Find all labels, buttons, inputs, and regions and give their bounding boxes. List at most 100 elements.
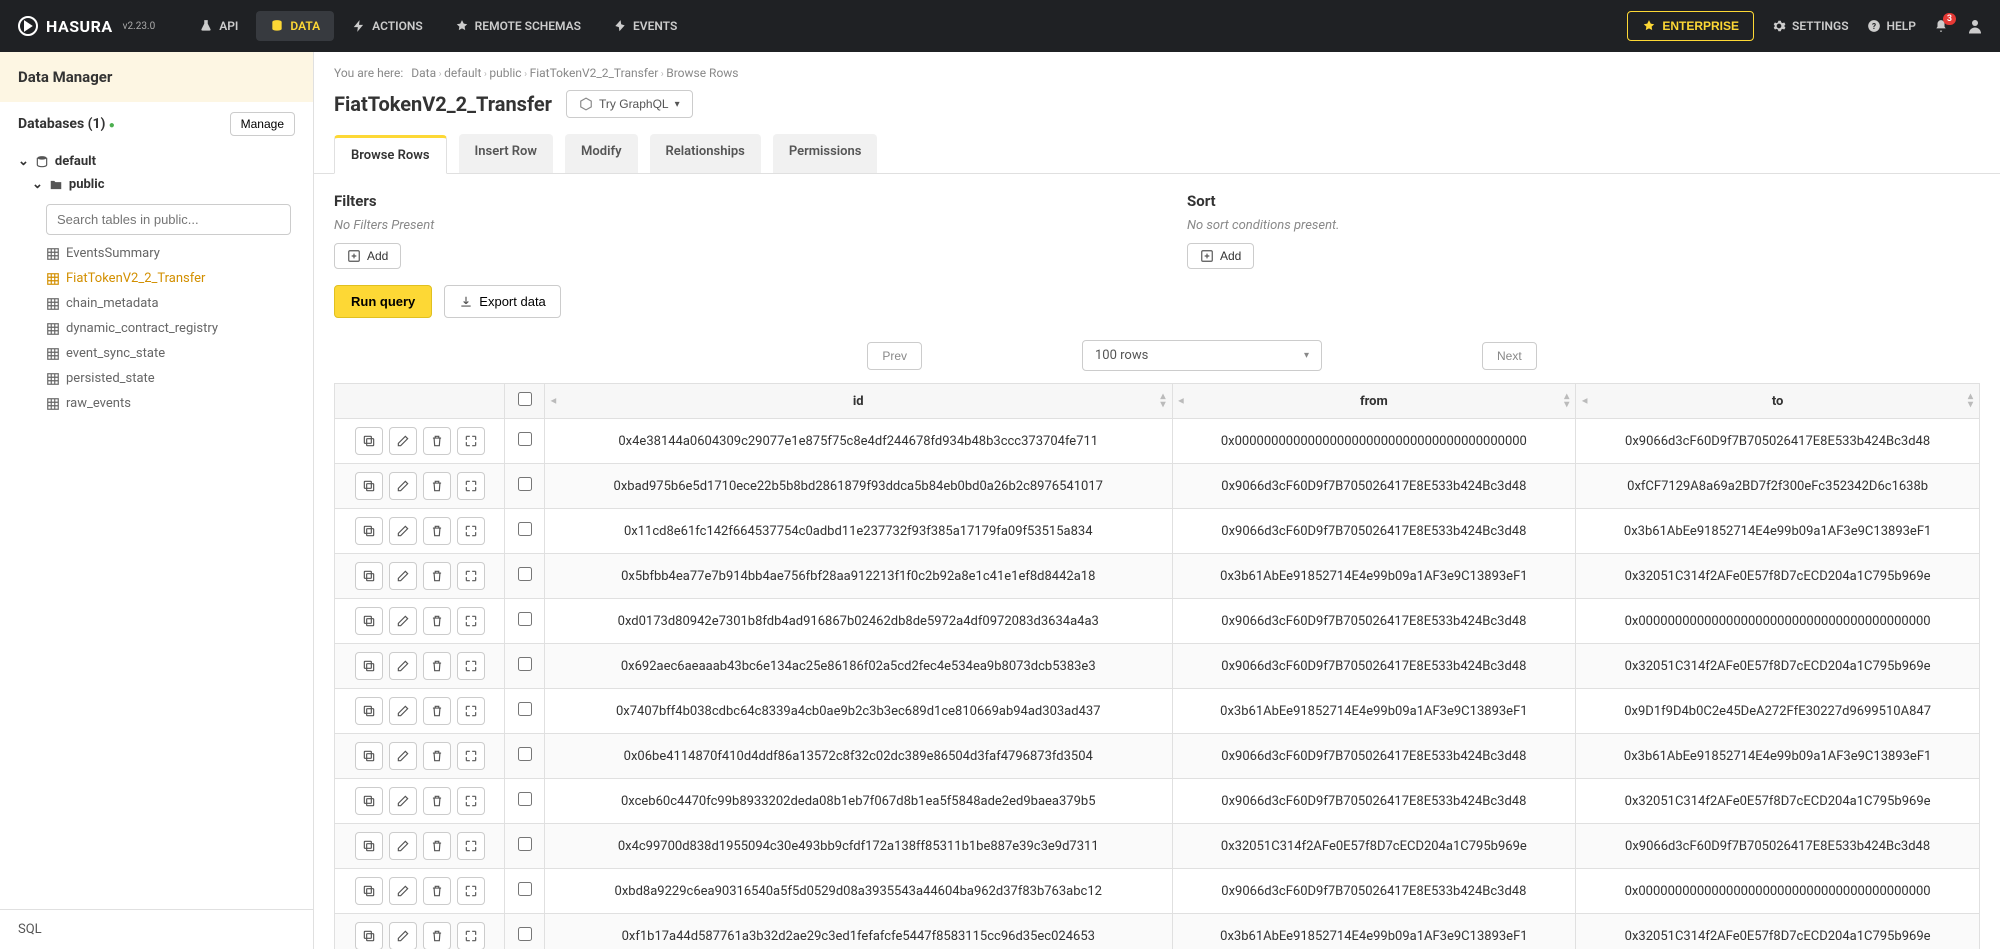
row-checkbox[interactable] <box>518 432 532 446</box>
expand-row-button[interactable] <box>457 697 485 725</box>
table-item-raw_events[interactable]: raw_events <box>46 391 295 416</box>
next-button[interactable]: Next <box>1482 342 1537 370</box>
breadcrumb-item[interactable]: public <box>489 66 521 80</box>
db-node-default[interactable]: ⌄default <box>18 150 295 173</box>
tab-relationships[interactable]: Relationships <box>650 134 761 173</box>
nav-tab-remote-schemas[interactable]: REMOTE SCHEMAS <box>441 11 595 41</box>
edit-row-button[interactable] <box>389 742 417 770</box>
edit-row-button[interactable] <box>389 427 417 455</box>
column-header-to[interactable]: ◂to▴▾ <box>1576 384 1980 419</box>
column-header-id[interactable]: ◂id▴▾ <box>545 384 1173 419</box>
clone-row-button[interactable] <box>355 787 383 815</box>
row-checkbox[interactable] <box>518 882 532 896</box>
expand-row-button[interactable] <box>457 652 485 680</box>
schema-node-public[interactable]: ⌄public <box>32 173 295 196</box>
table-item-dynamic_contract_registry[interactable]: dynamic_contract_registry <box>46 316 295 341</box>
clone-row-button[interactable] <box>355 607 383 635</box>
add-filter-button[interactable]: Add <box>334 243 401 269</box>
expand-row-button[interactable] <box>457 742 485 770</box>
delete-row-button[interactable] <box>423 607 451 635</box>
delete-row-button[interactable] <box>423 922 451 949</box>
sort-icon[interactable]: ▴▾ <box>1564 393 1569 409</box>
nav-tab-data[interactable]: DATA <box>256 11 334 41</box>
row-checkbox[interactable] <box>518 927 532 941</box>
delete-row-button[interactable] <box>423 742 451 770</box>
edit-row-button[interactable] <box>389 922 417 949</box>
clone-row-button[interactable] <box>355 472 383 500</box>
edit-row-button[interactable] <box>389 877 417 905</box>
sql-link[interactable]: SQL <box>0 909 313 949</box>
expand-row-button[interactable] <box>457 877 485 905</box>
prev-button[interactable]: Prev <box>867 342 922 370</box>
expand-row-button[interactable] <box>457 922 485 949</box>
nav-tab-actions[interactable]: ACTIONS <box>338 11 437 41</box>
edit-row-button[interactable] <box>389 652 417 680</box>
table-item-FiatTokenV2_2_Transfer[interactable]: FiatTokenV2_2_Transfer <box>46 266 295 291</box>
edit-row-button[interactable] <box>389 787 417 815</box>
add-sort-button[interactable]: Add <box>1187 243 1254 269</box>
nav-tab-events[interactable]: EVENTS <box>599 11 691 41</box>
row-checkbox[interactable] <box>518 612 532 626</box>
breadcrumb-item[interactable]: Data <box>411 66 436 80</box>
delete-row-button[interactable] <box>423 427 451 455</box>
row-checkbox[interactable] <box>518 522 532 536</box>
table-item-persisted_state[interactable]: persisted_state <box>46 366 295 391</box>
tab-modify[interactable]: Modify <box>565 134 638 173</box>
collapse-icon[interactable]: ◂ <box>1179 396 1184 407</box>
sort-icon[interactable]: ▴▾ <box>1968 393 1973 409</box>
user-avatar[interactable] <box>1966 17 1984 35</box>
brand[interactable]: HASURA v2.23.0 <box>16 14 155 38</box>
edit-row-button[interactable] <box>389 517 417 545</box>
clone-row-button[interactable] <box>355 652 383 680</box>
collapse-icon[interactable]: ◂ <box>551 396 556 407</box>
edit-row-button[interactable] <box>389 832 417 860</box>
row-checkbox[interactable] <box>518 567 532 581</box>
edit-row-button[interactable] <box>389 472 417 500</box>
clone-row-button[interactable] <box>355 697 383 725</box>
row-checkbox[interactable] <box>518 657 532 671</box>
rows-per-page-select[interactable]: 100 rows▾ <box>1082 340 1322 371</box>
enterprise-button[interactable]: ENTERPRISE <box>1627 11 1754 41</box>
table-item-EventsSummary[interactable]: EventsSummary <box>46 241 295 266</box>
delete-row-button[interactable] <box>423 787 451 815</box>
delete-row-button[interactable] <box>423 697 451 725</box>
export-data-button[interactable]: Export data <box>444 285 561 318</box>
row-checkbox[interactable] <box>518 747 532 761</box>
breadcrumb-item[interactable]: default <box>444 66 481 80</box>
clone-row-button[interactable] <box>355 427 383 455</box>
delete-row-button[interactable] <box>423 562 451 590</box>
expand-row-button[interactable] <box>457 427 485 455</box>
edit-row-button[interactable] <box>389 562 417 590</box>
clone-row-button[interactable] <box>355 742 383 770</box>
row-checkbox[interactable] <box>518 837 532 851</box>
settings-link[interactable]: SETTINGS <box>1772 19 1849 33</box>
try-graphql-button[interactable]: Try GraphQL▾ <box>566 90 693 118</box>
collapse-icon[interactable]: ◂ <box>1582 396 1587 407</box>
expand-row-button[interactable] <box>457 607 485 635</box>
row-checkbox[interactable] <box>518 702 532 716</box>
edit-row-button[interactable] <box>389 697 417 725</box>
select-all-checkbox[interactable] <box>518 392 532 406</box>
column-header-from[interactable]: ◂from▴▾ <box>1172 384 1576 419</box>
clone-row-button[interactable] <box>355 832 383 860</box>
notifications-button[interactable]: 3 <box>1934 19 1948 33</box>
help-link[interactable]: ?HELP <box>1867 19 1916 33</box>
breadcrumb-item[interactable]: Browse Rows <box>666 66 738 80</box>
tab-browse-rows[interactable]: Browse Rows <box>334 135 447 174</box>
expand-row-button[interactable] <box>457 472 485 500</box>
expand-row-button[interactable] <box>457 562 485 590</box>
clone-row-button[interactable] <box>355 562 383 590</box>
delete-row-button[interactable] <box>423 517 451 545</box>
tab-insert-row[interactable]: Insert Row <box>459 134 554 173</box>
sort-icon[interactable]: ▴▾ <box>1160 393 1165 409</box>
expand-row-button[interactable] <box>457 787 485 815</box>
clone-row-button[interactable] <box>355 877 383 905</box>
table-item-event_sync_state[interactable]: event_sync_state <box>46 341 295 366</box>
delete-row-button[interactable] <box>423 832 451 860</box>
delete-row-button[interactable] <box>423 472 451 500</box>
breadcrumb-item[interactable]: FiatTokenV2_2_Transfer <box>530 66 659 80</box>
delete-row-button[interactable] <box>423 877 451 905</box>
manage-button[interactable]: Manage <box>230 112 295 136</box>
nav-tab-api[interactable]: API <box>185 11 252 41</box>
row-checkbox[interactable] <box>518 477 532 491</box>
